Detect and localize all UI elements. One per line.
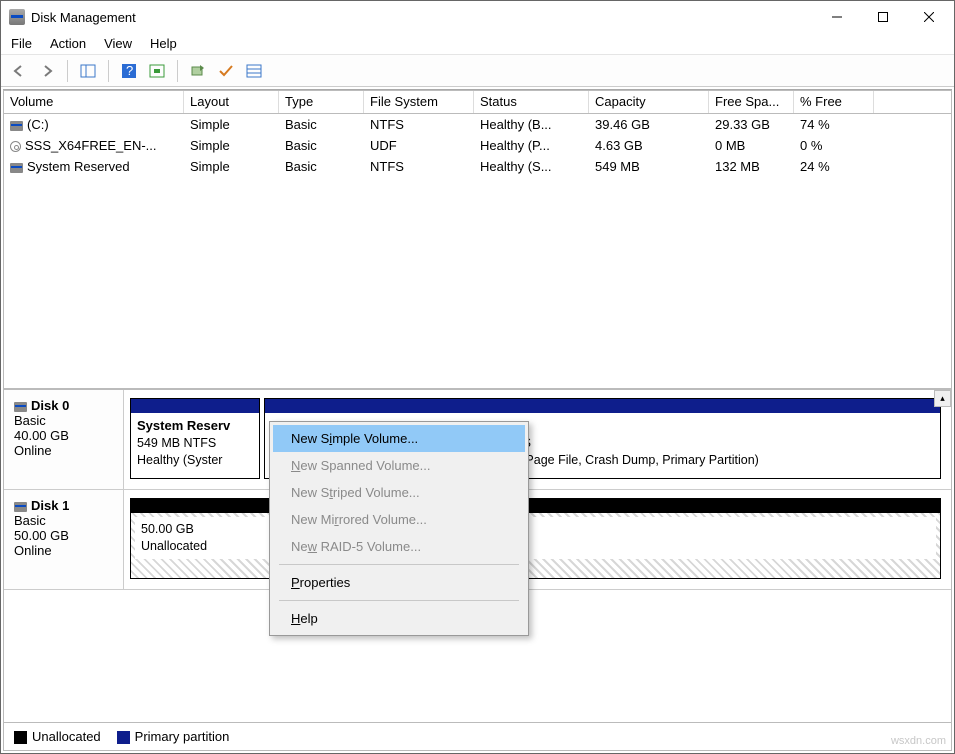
watermark: wsxdn.com bbox=[891, 735, 946, 747]
maximize-button[interactable] bbox=[860, 2, 906, 32]
volume-list-header: Volume Layout Type File System Status Ca… bbox=[3, 90, 952, 114]
menu-action[interactable]: Action bbox=[50, 36, 86, 51]
col-capacity[interactable]: Capacity bbox=[589, 91, 709, 113]
volume-list[interactable]: (C:)SimpleBasicNTFSHealthy (B...39.46 GB… bbox=[3, 114, 952, 389]
col-volume[interactable]: Volume bbox=[4, 91, 184, 113]
disk-icon bbox=[14, 502, 27, 512]
col-status[interactable]: Status bbox=[474, 91, 589, 113]
apply-button[interactable] bbox=[214, 59, 238, 83]
disk-management-window: Disk Management File Action View Help ? … bbox=[0, 0, 955, 754]
disk-icon bbox=[10, 163, 23, 173]
volume-row[interactable]: SSS_X64FREE_EN-...SimpleBasicUDFHealthy … bbox=[4, 135, 951, 156]
menubar: File Action View Help bbox=[1, 33, 954, 55]
ctx-help[interactable]: Help bbox=[273, 605, 525, 632]
app-icon bbox=[9, 9, 25, 25]
legend: Unallocated Primary partition bbox=[3, 723, 952, 751]
settings-button[interactable] bbox=[145, 59, 169, 83]
col-type[interactable]: Type bbox=[279, 91, 364, 113]
svg-text:?: ? bbox=[126, 63, 133, 78]
disk-label[interactable]: Disk 1Basic50.00 GBOnline bbox=[4, 490, 124, 589]
ctx-new-spanned-volume: New Spanned Volume... bbox=[273, 452, 525, 479]
cd-icon bbox=[10, 141, 21, 152]
menu-file[interactable]: File bbox=[11, 36, 32, 51]
forward-button[interactable] bbox=[35, 59, 59, 83]
volume-row[interactable]: (C:)SimpleBasicNTFSHealthy (B...39.46 GB… bbox=[4, 114, 951, 135]
volume-row[interactable]: System ReservedSimpleBasicNTFSHealthy (S… bbox=[4, 156, 951, 177]
back-button[interactable] bbox=[7, 59, 31, 83]
menu-help[interactable]: Help bbox=[150, 36, 177, 51]
ctx-new-raid5-volume: New RAID-5 Volume... bbox=[273, 533, 525, 560]
disk-icon bbox=[14, 402, 27, 412]
partition[interactable]: 50.00 GBUnallocated bbox=[130, 498, 941, 579]
col-filesystem[interactable]: File System bbox=[364, 91, 474, 113]
refresh-button[interactable] bbox=[186, 59, 210, 83]
partition[interactable]: System Reserv549 MB NTFSHealthy (Syster bbox=[130, 398, 260, 479]
ctx-new-mirrored-volume: New Mirrored Volume... bbox=[273, 506, 525, 533]
minimize-button[interactable] bbox=[814, 2, 860, 32]
titlebar: Disk Management bbox=[1, 1, 954, 33]
ctx-properties[interactable]: Properties bbox=[273, 569, 525, 596]
scroll-up-button[interactable]: ▴ bbox=[934, 390, 951, 407]
close-button[interactable] bbox=[906, 2, 952, 32]
context-menu: New Simple Volume...New Spanned Volume..… bbox=[269, 421, 529, 636]
col-percent-free[interactable]: % Free bbox=[794, 91, 874, 113]
menu-view[interactable]: View bbox=[104, 36, 132, 51]
disk-label[interactable]: Disk 0Basic40.00 GBOnline bbox=[4, 390, 124, 489]
help-button[interactable]: ? bbox=[117, 59, 141, 83]
toolbar: ? bbox=[1, 55, 954, 87]
content-area: Volume Layout Type File System Status Ca… bbox=[3, 89, 952, 751]
ctx-new-simple-volume[interactable]: New Simple Volume... bbox=[273, 425, 525, 452]
window-title: Disk Management bbox=[31, 10, 814, 25]
legend-primary-partition: Primary partition bbox=[117, 729, 230, 744]
legend-unallocated: Unallocated bbox=[14, 729, 101, 744]
ctx-new-striped-volume: New Striped Volume... bbox=[273, 479, 525, 506]
col-layout[interactable]: Layout bbox=[184, 91, 279, 113]
show-hide-console-tree-button[interactable] bbox=[76, 59, 100, 83]
col-free-space[interactable]: Free Spa... bbox=[709, 91, 794, 113]
list-mode-button[interactable] bbox=[242, 59, 266, 83]
disk-icon bbox=[10, 121, 23, 131]
